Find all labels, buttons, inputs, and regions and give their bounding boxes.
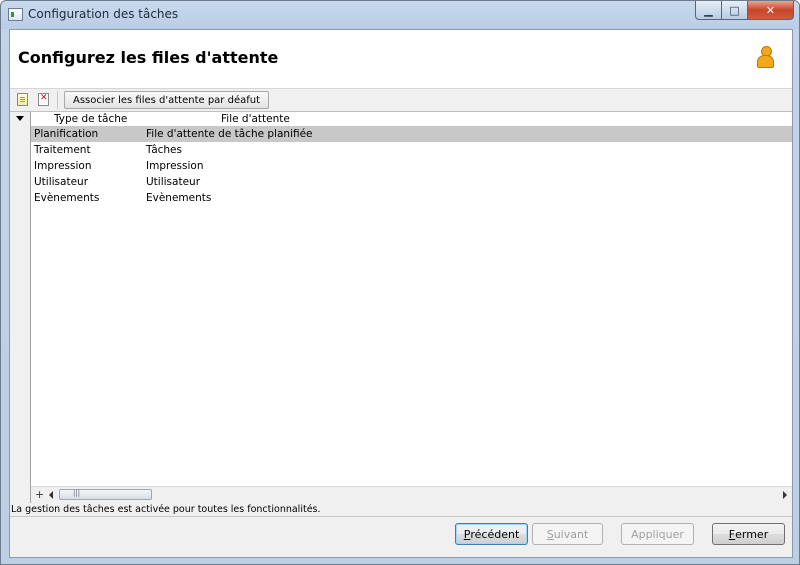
status-divider (10, 516, 792, 517)
scroll-grip-icon: ||| (73, 489, 81, 497)
app-icon[interactable] (8, 8, 23, 21)
close-button[interactable]: Fermer (712, 523, 785, 545)
scroll-right-icon[interactable] (783, 491, 787, 499)
column-header-queue[interactable]: File d'attente (221, 113, 290, 125)
cell-queue: Impression (146, 160, 204, 172)
cell-queue: Evènements (146, 192, 212, 204)
cell-task-type: Traitement (34, 144, 91, 156)
grid-column-headers: Type de tâche File d'attente (31, 112, 792, 126)
table-row[interactable]: Traitement Tâches (31, 142, 792, 158)
cell-queue: File d'attente de tâche planifiée (146, 128, 313, 140)
cell-task-type: Impression (34, 160, 92, 172)
maximize-button[interactable]: □ (722, 1, 748, 20)
footer-area: La gestion des tâches est activée pour t… (10, 503, 792, 557)
next-label: uivant (553, 527, 589, 541)
minimize-button[interactable]: ▁ (695, 1, 722, 20)
delete-document-icon[interactable] (38, 93, 49, 106)
expand-arrow-icon[interactable] (16, 116, 24, 121)
close-window-button[interactable]: ✕ (748, 1, 794, 20)
cell-task-type: Utilisateur (34, 176, 89, 188)
user-icon-body (757, 55, 774, 68)
column-header-task-type[interactable]: Type de tâche (54, 113, 127, 125)
previous-button[interactable]: Précédent (455, 523, 528, 545)
grid-row-header (10, 112, 31, 503)
toolbar: Associer les files d'attente par déafut (10, 89, 792, 111)
window-title: Configuration des tâches (28, 7, 179, 21)
queue-grid: Type de tâche File d'attente Planificati… (10, 111, 792, 503)
previous-label: récédent (470, 527, 520, 541)
toolbar-separator (57, 91, 58, 109)
dialog-client-area: Configurez les files d'attente Associer … (9, 29, 793, 558)
close-label: ermer (735, 527, 769, 541)
scroll-left-icon[interactable] (49, 491, 53, 499)
cell-queue: Tâches (146, 144, 182, 156)
cell-task-type: Planification (34, 128, 99, 140)
title-bar[interactable]: Configuration des tâches ▁ □ ✕ (1, 1, 799, 29)
assign-default-queues-button[interactable]: Associer les files d'attente par déafut (64, 91, 269, 109)
page-header: Configurez les files d'attente (10, 30, 792, 89)
table-row[interactable]: Evènements Evènements (31, 190, 792, 206)
table-row[interactable]: Planification File d'attente de tâche pl… (31, 126, 792, 142)
cell-queue: Utilisateur (146, 176, 201, 188)
page-title: Configurez les files d'attente (18, 48, 279, 67)
user-icon (756, 46, 774, 68)
grid-rows: Planification File d'attente de tâche pl… (31, 126, 792, 206)
table-row[interactable]: Impression Impression (31, 158, 792, 174)
expand-plus-icon[interactable]: + (35, 488, 44, 501)
table-row[interactable]: Utilisateur Utilisateur (31, 174, 792, 190)
caption-buttons: ▁ □ ✕ (695, 1, 794, 20)
apply-button[interactable]: Appliquer (621, 523, 694, 545)
next-accel: S (546, 527, 554, 541)
status-text: La gestion des tâches est activée pour t… (11, 504, 321, 515)
dialog-window: Configuration des tâches ▁ □ ✕ Configure… (0, 0, 800, 565)
next-button[interactable]: Suivant (532, 523, 603, 545)
previous-accel: P (463, 527, 471, 541)
cell-task-type: Evènements (34, 192, 100, 204)
new-document-icon[interactable] (17, 93, 28, 106)
horizontal-scrollbar[interactable]: + ||| (31, 486, 792, 503)
